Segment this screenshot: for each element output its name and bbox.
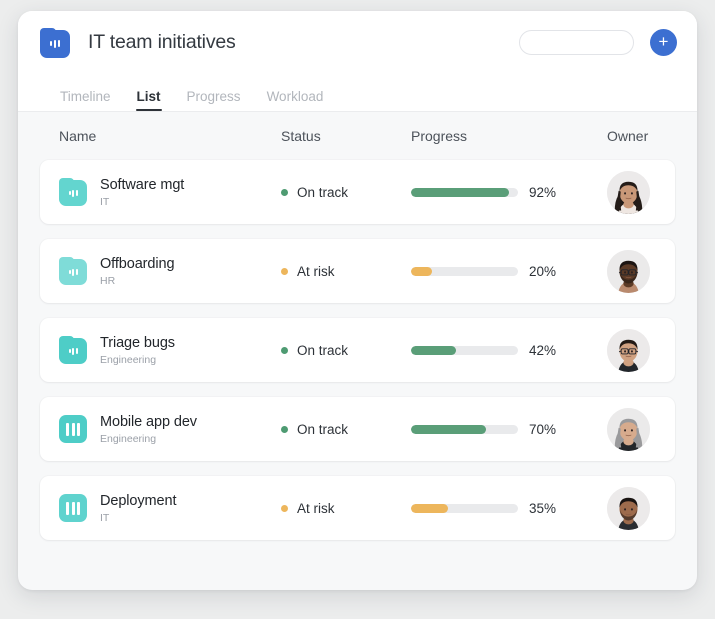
progress-cell: 70%: [411, 422, 607, 437]
status-label: At risk: [297, 263, 335, 279]
status-label: On track: [297, 421, 349, 437]
folder-chart-icon: [59, 336, 87, 364]
initiatives-table: Name Status Progress Owner Software mgt …: [18, 112, 697, 590]
tab-timeline[interactable]: Timeline: [60, 89, 111, 111]
view-tabs: Timeline List Progress Workload: [18, 74, 697, 112]
progress-bar-fill: [411, 424, 486, 434]
row-title: Offboarding: [100, 255, 175, 272]
status-badge: On track: [281, 185, 411, 200]
progress-bar: [411, 266, 518, 276]
progress-percent: 42%: [529, 342, 557, 358]
row-title: Deployment: [100, 492, 177, 509]
tab-list[interactable]: List: [135, 89, 162, 111]
progress-bar-fill: [411, 503, 449, 513]
page-title: IT team initiatives: [88, 31, 236, 53]
row-subtitle: Engineering: [100, 433, 157, 446]
app-folder-chart-icon: [40, 27, 70, 58]
status-dot-icon: [281, 346, 288, 354]
status-badge: On track: [281, 422, 411, 437]
tab-progress[interactable]: Progress: [187, 89, 241, 111]
progress-cell: 42%: [411, 343, 607, 358]
board-columns-icon: [59, 494, 87, 522]
status-badge: At risk: [281, 501, 411, 516]
progress-bar: [411, 345, 518, 355]
avatar[interactable]: [607, 170, 650, 214]
table-row[interactable]: Mobile app dev Engineering On track 70%: [40, 397, 675, 461]
folder-chart-icon: [59, 257, 87, 285]
table-row[interactable]: Offboarding HR At risk 20%: [40, 239, 675, 303]
row-subtitle: IT: [100, 196, 110, 209]
progress-bar: [411, 424, 518, 434]
progress-percent: 35%: [529, 500, 557, 516]
progress-bar-fill: [411, 266, 433, 276]
row-subtitle: HR: [100, 275, 116, 288]
row-title: Software mgt: [100, 176, 185, 193]
avatar[interactable]: [607, 407, 650, 451]
progress-bar-fill: [411, 187, 510, 197]
table-row[interactable]: Software mgt IT On track 92%: [40, 160, 675, 224]
status-label: On track: [297, 184, 349, 200]
project-app-card: IT team initiatives + Timeline List Prog…: [18, 11, 697, 590]
app-header: IT team initiatives +: [18, 11, 697, 74]
progress-cell: 35%: [411, 501, 607, 516]
status-dot-icon: [281, 425, 288, 433]
column-header-name: Name: [59, 128, 97, 144]
status-badge: At risk: [281, 264, 411, 279]
status-label: At risk: [297, 500, 335, 516]
table-row[interactable]: Deployment IT At risk 35%: [40, 476, 675, 540]
column-header-status: Status: [281, 128, 321, 144]
column-header-owner: Owner: [607, 128, 649, 144]
row-title: Mobile app dev: [100, 413, 197, 430]
avatar[interactable]: [607, 486, 650, 530]
folder-chart-icon: [59, 178, 87, 206]
add-button[interactable]: +: [650, 29, 677, 56]
row-subtitle: Engineering: [100, 354, 157, 367]
progress-cell: 92%: [411, 185, 607, 200]
header-actions: +: [519, 29, 677, 56]
row-subtitle: IT: [100, 512, 110, 525]
column-header-progress: Progress: [411, 128, 468, 144]
table-column-headers: Name Status Progress Owner: [40, 112, 675, 160]
status-badge: On track: [281, 343, 411, 358]
progress-bar: [411, 187, 518, 197]
table-rows: Software mgt IT On track 92% Offboarding…: [40, 160, 675, 540]
progress-percent: 70%: [529, 421, 557, 437]
avatar[interactable]: [607, 249, 650, 293]
search-input[interactable]: [519, 30, 634, 55]
table-row[interactable]: Triage bugs Engineering On track 42%: [40, 318, 675, 382]
progress-percent: 20%: [529, 263, 557, 279]
progress-bar: [411, 503, 518, 513]
progress-cell: 20%: [411, 264, 607, 279]
status-dot-icon: [281, 188, 288, 196]
row-title: Triage bugs: [100, 334, 175, 351]
board-columns-icon: [59, 415, 87, 443]
status-label: On track: [297, 342, 349, 358]
status-dot-icon: [281, 504, 288, 512]
avatar[interactable]: [607, 328, 650, 372]
tab-workload[interactable]: Workload: [267, 89, 324, 111]
status-dot-icon: [281, 267, 288, 275]
progress-bar-fill: [411, 345, 456, 355]
progress-percent: 92%: [529, 184, 557, 200]
